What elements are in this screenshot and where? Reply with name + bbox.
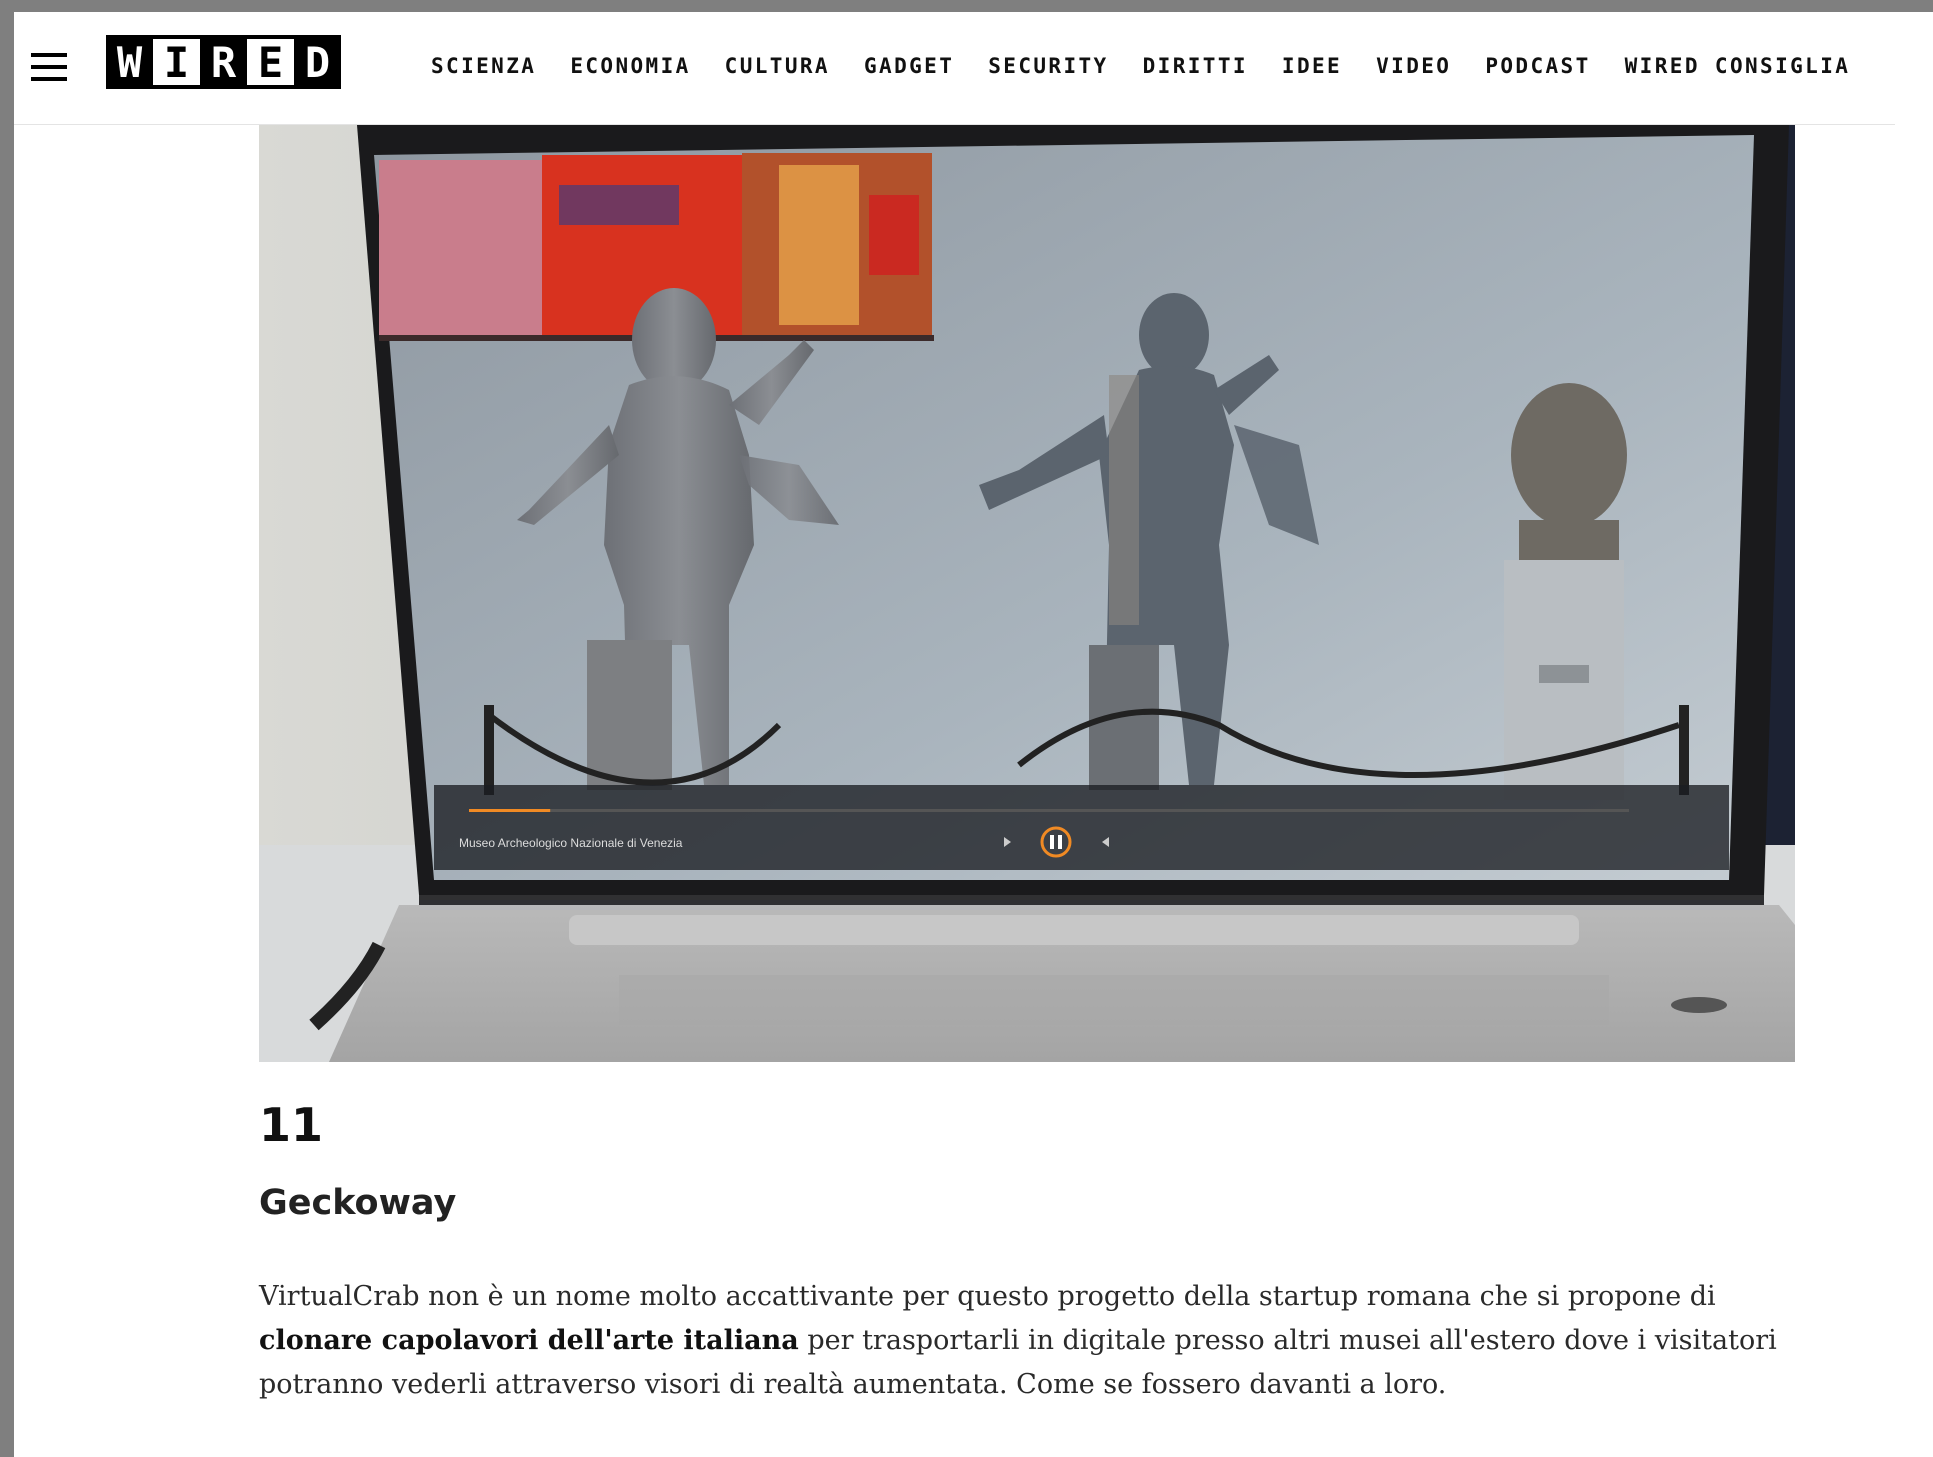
nav-item-scienza[interactable]: SCIENZA	[431, 54, 536, 78]
article-photo: Museo Archeologico Nazionale di Venezia	[259, 125, 1795, 1062]
logo-letter: D	[294, 35, 341, 89]
article-paragraph: VirtualCrab non è un nome molto accattiv…	[259, 1275, 1804, 1407]
nav-item-economia[interactable]: ECONOMIA	[570, 54, 690, 78]
nav-item-security[interactable]: SECURITY	[988, 54, 1108, 78]
logo-letter: I	[153, 35, 200, 89]
nav-item-gadget[interactable]: GADGET	[864, 54, 954, 78]
nav-item-cultura[interactable]: CULTURA	[725, 54, 830, 78]
site-header: W I R E D SCIENZA ECONOMIA CULTURA GADGE…	[14, 12, 1895, 125]
item-title: Geckoway	[259, 1183, 457, 1223]
paragraph-bold-text: clonare capolavori dell'arte italiana	[259, 1325, 799, 1356]
paragraph-text: VirtualCrab non è un nome molto accattiv…	[259, 1281, 1716, 1312]
nav-item-video[interactable]: VIDEO	[1376, 54, 1451, 78]
nav-item-diritti[interactable]: DIRITTI	[1143, 54, 1248, 78]
nav-item-wired-consiglia[interactable]: WIRED CONSIGLIA	[1625, 54, 1851, 78]
hamburger-menu-icon[interactable]	[31, 53, 67, 81]
video-caption: Museo Archeologico Nazionale di Venezia	[459, 836, 683, 850]
nav-item-podcast[interactable]: PODCAST	[1485, 54, 1590, 78]
logo-letter: W	[106, 35, 153, 89]
logo-letter: E	[247, 35, 294, 89]
list-item-number: 11	[259, 1098, 324, 1152]
page-frame: W I R E D SCIENZA ECONOMIA CULTURA GADGE…	[14, 12, 1933, 1457]
logo-letter: R	[200, 35, 247, 89]
laptop-photo-illustration: Museo Archeologico Nazionale di Venezia	[259, 125, 1795, 1062]
nav-item-idee[interactable]: IDEE	[1282, 54, 1342, 78]
main-nav: SCIENZA ECONOMIA CULTURA GADGET SECURITY…	[431, 54, 1884, 78]
wired-logo[interactable]: W I R E D	[106, 35, 341, 91]
video-progress-fill	[469, 809, 551, 812]
